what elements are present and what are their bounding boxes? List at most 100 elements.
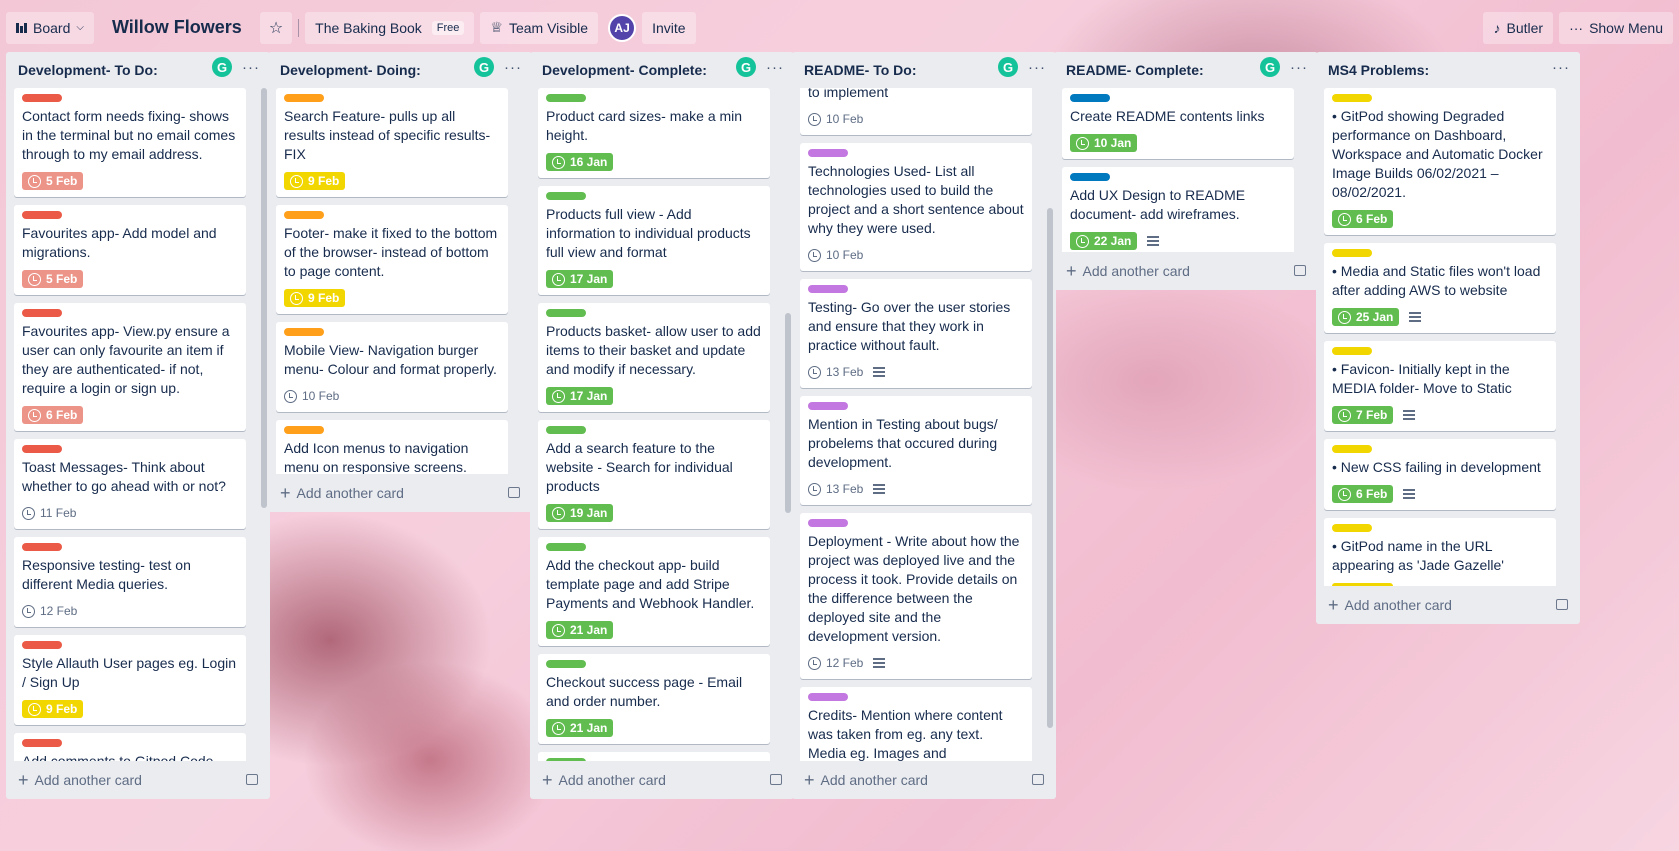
list-title[interactable]: README- To Do: bbox=[804, 62, 917, 78]
card[interactable]: Search Feature- pulls up all results ins… bbox=[276, 88, 508, 197]
card-label[interactable] bbox=[284, 94, 324, 102]
card[interactable]: Add comments to Gitpod Code- where taken… bbox=[14, 733, 246, 761]
card-label[interactable] bbox=[1332, 445, 1372, 453]
card-template-icon[interactable] bbox=[246, 774, 258, 785]
card[interactable]: Checkout success page - Email and order … bbox=[538, 654, 770, 744]
star-button[interactable]: ☆ bbox=[259, 11, 293, 44]
list-title[interactable]: MS4 Problems: bbox=[1328, 62, 1429, 78]
due-date-badge[interactable]: 5 Feb bbox=[22, 270, 84, 288]
card[interactable]: • Favicon- Initially kept in the MEDIA f… bbox=[1324, 341, 1556, 431]
list-menu-icon[interactable]: ··· bbox=[242, 59, 260, 76]
card-label[interactable] bbox=[22, 309, 62, 317]
due-date-badge[interactable]: 9 Feb bbox=[284, 289, 346, 307]
due-date-badge[interactable]: 10 Jan bbox=[1070, 134, 1138, 152]
list-menu-icon[interactable]: ··· bbox=[1028, 59, 1046, 76]
card[interactable]: Contact form needs fixing- shows in the … bbox=[14, 88, 246, 197]
add-card-button[interactable]: + Add another card bbox=[1316, 586, 1580, 624]
list-title[interactable]: Development- Complete: bbox=[542, 62, 707, 78]
card-label[interactable] bbox=[22, 739, 62, 747]
card-label[interactable] bbox=[808, 519, 848, 527]
list-scrollbar[interactable] bbox=[260, 88, 268, 761]
card-label[interactable] bbox=[1332, 249, 1372, 257]
card[interactable]: • GitPod showing Degraded performance on… bbox=[1324, 88, 1556, 235]
add-card-button[interactable]: + Add another card bbox=[1054, 252, 1318, 290]
due-date-badge[interactable]: 22 Jan bbox=[1070, 232, 1138, 250]
card[interactable]: Products basket- allow user to add items… bbox=[538, 303, 770, 412]
card-label[interactable] bbox=[546, 309, 586, 317]
card-template-icon[interactable] bbox=[508, 487, 520, 498]
grammarly-icon[interactable]: G bbox=[212, 57, 232, 77]
board-menu-button[interactable]: Board ⌵ bbox=[6, 11, 94, 44]
card[interactable]: Product card sizes- make a min height. 16… bbox=[538, 88, 770, 178]
list-header[interactable]: Development- Doing: G ··· bbox=[268, 52, 532, 88]
card[interactable]: Add the checkout app- build template pag… bbox=[538, 537, 770, 646]
add-card-button[interactable]: + Add another card bbox=[268, 474, 532, 512]
card-label[interactable] bbox=[22, 94, 62, 102]
due-date-badge[interactable]: 13 Feb bbox=[808, 363, 863, 381]
card[interactable]: Favourites app- Add model and migrations… bbox=[14, 205, 246, 295]
card[interactable]: Add UX Design to README document- add wi… bbox=[1062, 167, 1294, 252]
due-date-badge[interactable]: 6 Feb bbox=[22, 406, 84, 424]
card-label[interactable] bbox=[22, 641, 62, 649]
list-title[interactable]: Development- To Do: bbox=[18, 62, 158, 78]
list-menu-icon[interactable]: ··· bbox=[1552, 59, 1570, 76]
due-date-badge[interactable]: 10 Feb bbox=[808, 110, 863, 128]
list-header[interactable]: README- Complete: G ··· bbox=[1054, 52, 1318, 88]
card-label[interactable] bbox=[808, 285, 848, 293]
card[interactable]: Create README contents links 10 Jan bbox=[1062, 88, 1294, 159]
visibility-button[interactable]: ♕ Team Visible bbox=[480, 11, 599, 44]
due-date-badge[interactable]: 25 Jan bbox=[1332, 308, 1400, 326]
card-label[interactable] bbox=[22, 543, 62, 551]
add-card-button[interactable]: + Add another card bbox=[6, 761, 270, 799]
card[interactable]: Create the contact Model and migrations bbox=[538, 752, 770, 761]
grammarly-icon[interactable]: G bbox=[1260, 57, 1280, 77]
card[interactable]: Footer- make it fixed to the bottom of t… bbox=[276, 205, 508, 314]
card[interactable]: Technologies Used- List all technologies… bbox=[800, 143, 1032, 271]
grammarly-icon[interactable]: G bbox=[736, 57, 756, 77]
list-header[interactable]: Development- To Do: G ··· bbox=[6, 52, 270, 88]
list-header[interactable]: MS4 Problems: ··· bbox=[1316, 52, 1580, 88]
list-menu-icon[interactable]: ··· bbox=[1290, 59, 1308, 76]
due-date-badge[interactable]: 17 Jan bbox=[546, 270, 614, 288]
card-label[interactable] bbox=[808, 693, 848, 701]
grammarly-icon[interactable]: G bbox=[474, 57, 494, 77]
card-label[interactable] bbox=[22, 445, 62, 453]
card[interactable]: Add a search feature to the website - Se… bbox=[538, 420, 770, 529]
card[interactable]: to implement 10 Feb bbox=[800, 88, 1032, 135]
due-date-badge[interactable]: 10 Feb bbox=[284, 387, 339, 405]
card[interactable]: • GitPod name in the URL appearing as 'J… bbox=[1324, 518, 1556, 586]
avatar[interactable]: AJ bbox=[608, 13, 637, 42]
card-label[interactable] bbox=[546, 426, 586, 434]
due-date-badge[interactable]: 6 Feb bbox=[1332, 485, 1394, 503]
card-label[interactable] bbox=[284, 328, 324, 336]
card-label[interactable] bbox=[808, 402, 848, 410]
card[interactable]: Products full view - Add information to … bbox=[538, 186, 770, 295]
list-menu-icon[interactable]: ··· bbox=[766, 59, 784, 76]
add-card-button[interactable]: + Add another card bbox=[530, 761, 794, 799]
list-header[interactable]: Development- Complete: G ··· bbox=[530, 52, 794, 88]
list-scrollbar[interactable] bbox=[784, 88, 792, 761]
card-label[interactable] bbox=[546, 192, 586, 200]
card[interactable]: Add Icon menus to navigation menu on res… bbox=[276, 420, 508, 474]
card[interactable]: Testing- Go over the user stories and en… bbox=[800, 279, 1032, 388]
card-label[interactable] bbox=[1332, 347, 1372, 355]
card-label[interactable] bbox=[546, 543, 586, 551]
due-date-badge[interactable]: 13 Feb bbox=[808, 480, 863, 498]
card-template-icon[interactable] bbox=[1294, 265, 1306, 276]
card-label[interactable] bbox=[284, 211, 324, 219]
card[interactable]: Toast Messages- Think about whether to g… bbox=[14, 439, 246, 529]
card[interactable]: • New CSS failing in development 6 Feb bbox=[1324, 439, 1556, 510]
due-date-badge[interactable]: 7 Feb bbox=[1332, 406, 1394, 424]
card-label[interactable] bbox=[808, 149, 848, 157]
board-title[interactable]: Willow Flowers bbox=[100, 17, 254, 38]
list-header[interactable]: README- To Do: G ··· bbox=[792, 52, 1056, 88]
card-label[interactable] bbox=[22, 211, 62, 219]
card[interactable]: Credits- Mention where content was taken… bbox=[800, 687, 1032, 761]
butler-button[interactable]: ♪ Butler bbox=[1483, 11, 1554, 44]
card[interactable]: Deployment - Write about how the project… bbox=[800, 513, 1032, 679]
card[interactable]: Mobile View- Navigation burger menu- Col… bbox=[276, 322, 508, 412]
card-label[interactable] bbox=[1070, 94, 1110, 102]
card-label[interactable] bbox=[284, 426, 324, 434]
due-date-badge[interactable]: 17 Jan bbox=[546, 387, 614, 405]
due-date-badge[interactable]: 21 Jan bbox=[546, 621, 614, 639]
